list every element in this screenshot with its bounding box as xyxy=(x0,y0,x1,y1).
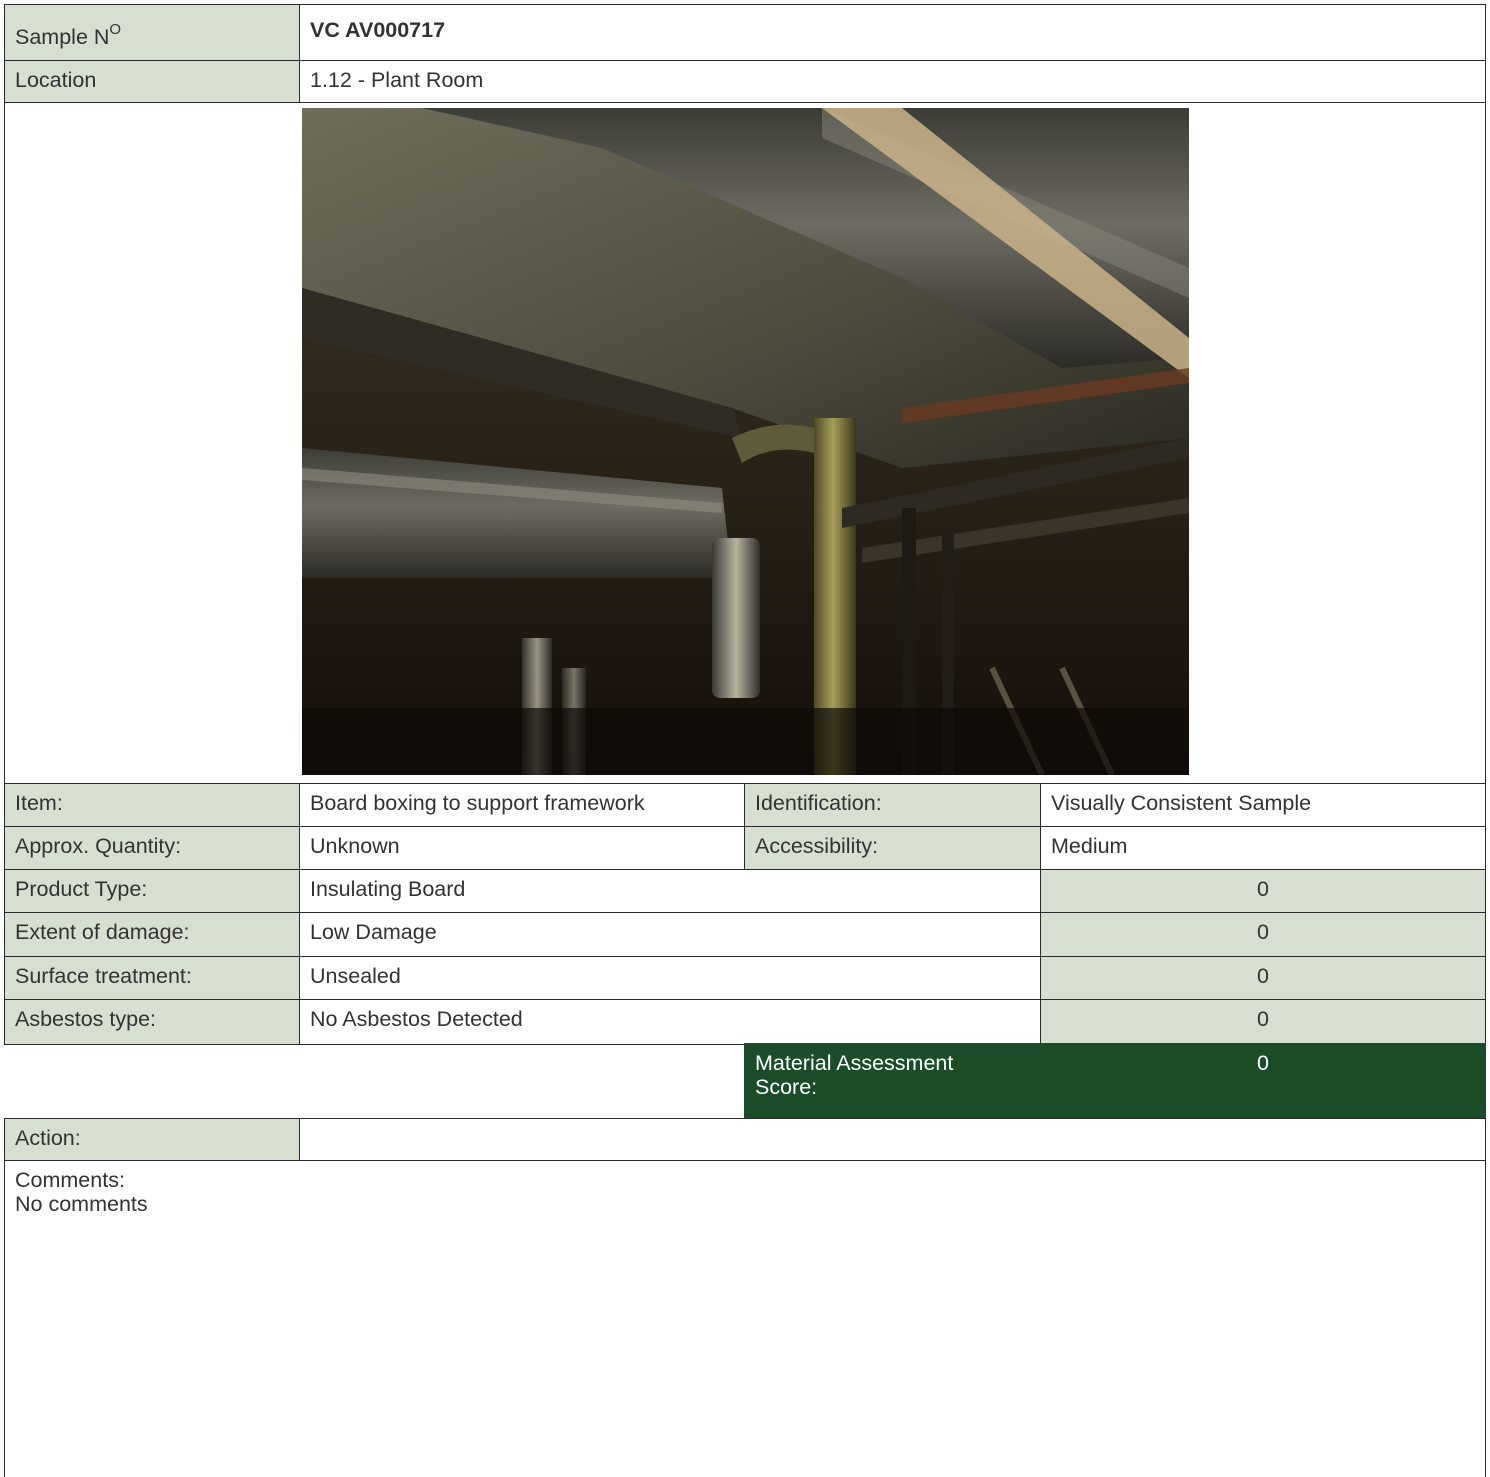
surface-treatment-value: Unsealed xyxy=(299,956,1042,1001)
sample-number-label: Sample NO xyxy=(4,4,301,62)
asbestos-type-score: 0 xyxy=(1040,999,1486,1045)
action-label: Action: xyxy=(4,1118,301,1162)
action-value xyxy=(299,1118,1486,1162)
accessibility-value: Medium xyxy=(1040,826,1486,871)
item-value: Board boxing to support framework xyxy=(299,783,746,828)
sample-number-value: VC AV000717 xyxy=(299,4,1486,62)
quantity-value: Unknown xyxy=(299,826,746,871)
product-type-score: 0 xyxy=(1040,869,1486,914)
material-score-value: 0 xyxy=(1040,1043,1486,1118)
surface-treatment-score: 0 xyxy=(1040,956,1486,1001)
product-type-label: Product Type: xyxy=(4,869,301,914)
accessibility-label: Accessibility: xyxy=(744,826,1042,871)
asbestos-type-label: Asbestos type: xyxy=(4,999,301,1045)
material-score-label: Material Assessment Score: xyxy=(744,1043,1042,1118)
damage-score: 0 xyxy=(1040,912,1486,958)
comments-label: Comments: xyxy=(15,1168,125,1192)
product-type-value: Insulating Board xyxy=(299,869,1042,914)
surface-treatment-label: Surface treatment: xyxy=(4,956,301,1001)
quantity-label: Approx. Quantity: xyxy=(4,826,301,871)
sample-photo xyxy=(302,108,1189,775)
damage-label: Extent of damage: xyxy=(4,912,301,958)
identification-label: Identification: xyxy=(744,783,1042,828)
identification-value: Visually Consistent Sample xyxy=(1040,783,1486,828)
comments-value: No comments xyxy=(15,1192,148,1216)
comments-box: Comments: No comments xyxy=(4,1160,1486,1477)
item-label: Item: xyxy=(4,783,301,828)
damage-value: Low Damage xyxy=(299,912,1042,958)
asbestos-type-value: No Asbestos Detected xyxy=(299,999,1042,1045)
location-value: 1.12 - Plant Room xyxy=(299,60,1486,104)
location-label: Location xyxy=(4,60,301,104)
